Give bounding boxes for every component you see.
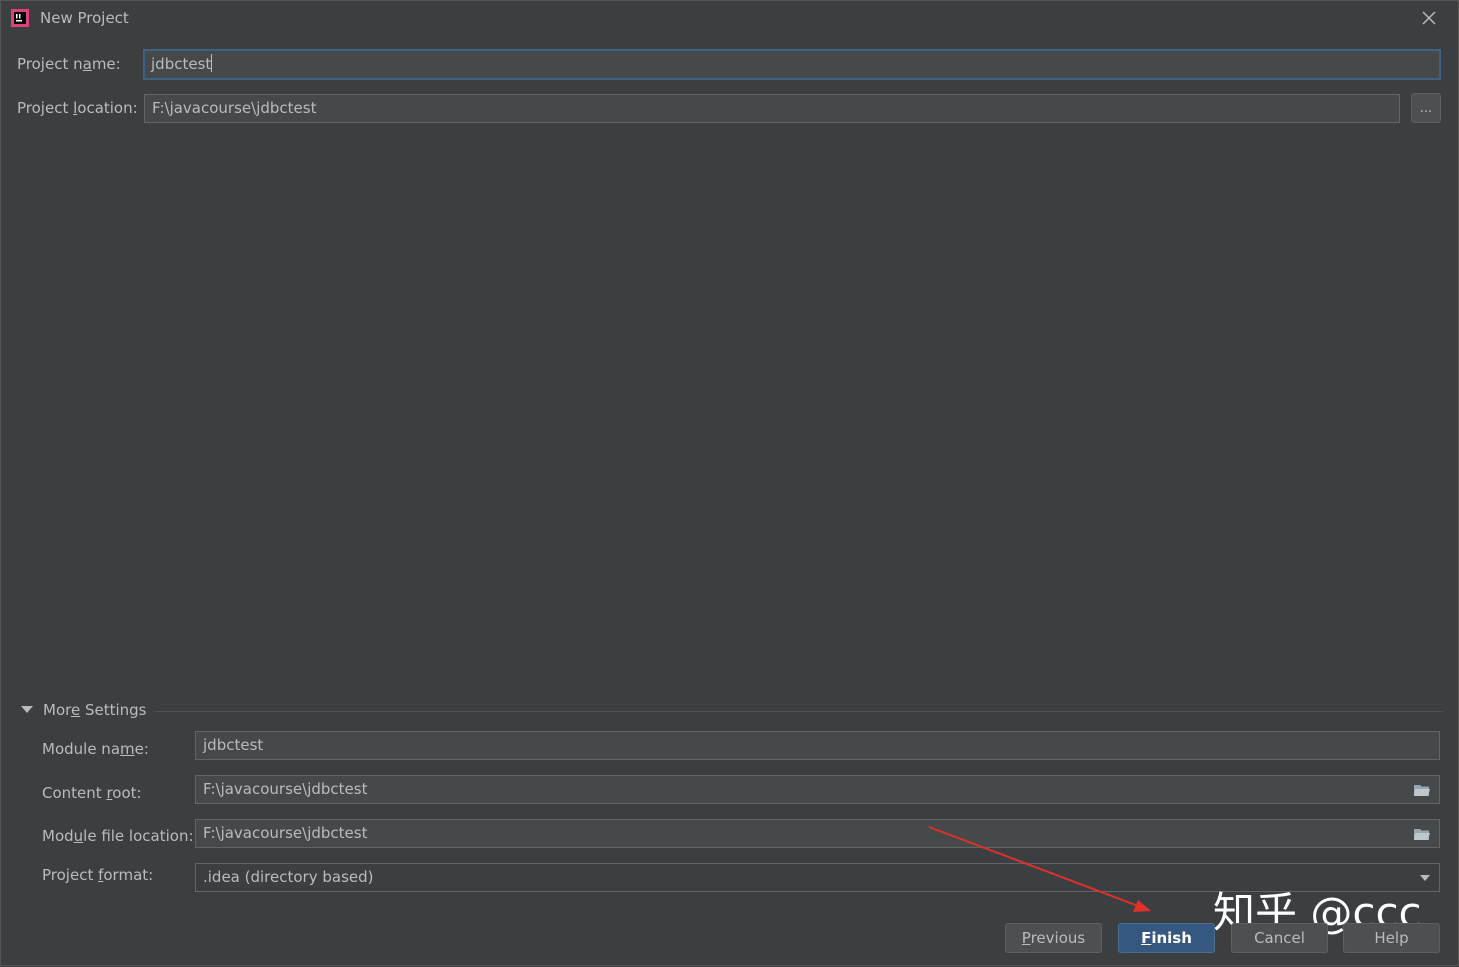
project-format-label: Project format: — [42, 866, 154, 884]
content-root-input[interactable]: F:\javacourse\jdbctest — [195, 775, 1440, 804]
section-divider — [155, 711, 1443, 712]
module-name-label: Module name: — [42, 740, 149, 758]
close-icon[interactable] — [1420, 9, 1438, 27]
module-file-location-label: Module file location: — [42, 827, 194, 845]
folder-icon[interactable] — [1413, 827, 1431, 841]
window-title: New Project — [40, 9, 129, 27]
folder-icon[interactable] — [1413, 783, 1431, 797]
project-name-label: Project name: — [17, 55, 121, 73]
project-location-label: Project location: — [17, 99, 138, 117]
module-file-location-input[interactable]: F:\javacourse\jdbctest — [195, 819, 1440, 848]
previous-button[interactable]: Previous — [1005, 923, 1102, 953]
intellij-icon — [11, 9, 29, 27]
browse-location-button[interactable]: ... — [1411, 93, 1441, 123]
content-root-label: Content root: — [42, 784, 142, 802]
title-bar: New Project — [1, 1, 1458, 37]
finish-button[interactable]: Finish — [1118, 923, 1215, 953]
more-settings-toggle[interactable]: More Settings — [43, 701, 147, 719]
module-name-input[interactable]: jdbctest — [195, 731, 1440, 760]
help-button[interactable]: Help — [1343, 923, 1440, 953]
project-name-input[interactable]: jdbctest — [143, 49, 1441, 80]
chevron-down-icon[interactable] — [21, 706, 33, 713]
project-location-input[interactable]: F:\javacourse\jdbctest — [144, 94, 1400, 123]
new-project-dialog: New Project Project name: jdbctest Proje… — [0, 0, 1459, 966]
cancel-button[interactable]: Cancel — [1231, 923, 1328, 953]
